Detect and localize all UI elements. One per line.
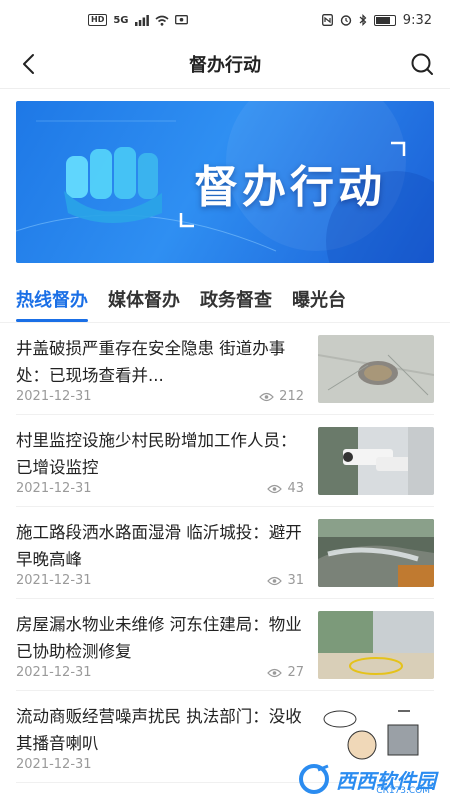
battery-icon bbox=[373, 14, 396, 26]
alarm-icon bbox=[340, 15, 351, 26]
item-text: 村里监控设施少村民盼增加工作人员：已增设监控 2021-12-31 43 bbox=[16, 427, 318, 496]
item-meta: 2021-12-31 bbox=[16, 757, 304, 772]
item-text: 井盖破损严重存在安全隐患 街道办事处：已现场查看并... 2021-12-31 … bbox=[16, 335, 318, 404]
item-date: 2021-12-31 bbox=[16, 481, 92, 496]
item-meta: 2021-12-31 43 bbox=[16, 481, 304, 496]
tab-hotline[interactable]: 热线督办 bbox=[16, 286, 88, 322]
item-views: 212 bbox=[259, 389, 304, 404]
eye-icon bbox=[259, 392, 274, 401]
item-thumbnail bbox=[318, 519, 434, 587]
status-left: HD 5G bbox=[88, 14, 188, 26]
signal-icon bbox=[134, 14, 149, 26]
status-right: 9:32 bbox=[321, 12, 432, 28]
view-count: 27 bbox=[287, 665, 304, 680]
item-date: 2021-12-31 bbox=[16, 573, 92, 588]
list-item[interactable]: 井盖破损严重存在安全隐患 街道办事处：已现场查看并... 2021-12-31 … bbox=[16, 323, 434, 415]
item-thumbnail bbox=[318, 427, 434, 495]
nfc-icon bbox=[321, 14, 333, 26]
wifi-icon bbox=[155, 15, 169, 26]
item-views: 27 bbox=[267, 665, 304, 680]
item-text: 流动商贩经营噪声扰民 执法部门：没收其播音喇叭 2021-12-31 bbox=[16, 703, 318, 772]
view-count: 43 bbox=[287, 481, 304, 496]
list-item[interactable]: 房屋漏水物业未维修 河东住建局：物业已协助检测修复 2021-12-31 27 bbox=[16, 599, 434, 691]
tab-government[interactable]: 政务督查 bbox=[200, 286, 272, 322]
nav-bar: 督办行动 bbox=[0, 40, 450, 88]
search-button[interactable] bbox=[408, 50, 436, 78]
view-count: 212 bbox=[279, 389, 304, 404]
status-bar: HD 5G 9:32 bbox=[0, 0, 450, 40]
article-list: 井盖破损严重存在安全隐患 街道办事处：已现场查看并... 2021-12-31 … bbox=[0, 323, 450, 783]
item-title: 井盖破损严重存在安全隐患 街道办事处：已现场查看并... bbox=[16, 339, 286, 385]
bluetooth-icon bbox=[359, 14, 367, 26]
item-date: 2021-12-31 bbox=[16, 757, 92, 772]
back-button[interactable] bbox=[14, 50, 42, 78]
item-meta: 2021-12-31 212 bbox=[16, 389, 304, 404]
item-title: 村里监控设施少村民盼增加工作人员：已增设监控 bbox=[16, 431, 297, 477]
eye-icon bbox=[267, 576, 283, 585]
item-meta: 2021-12-31 31 bbox=[16, 573, 304, 588]
item-thumbnail bbox=[318, 703, 434, 771]
tab-media[interactable]: 媒体督办 bbox=[108, 286, 180, 322]
network-label: 5G bbox=[113, 14, 129, 26]
watermark: 西西软件园 CR173.COM bbox=[298, 764, 436, 796]
hd-badge: HD bbox=[88, 14, 108, 26]
search-icon bbox=[411, 53, 433, 75]
banner-title: 督办行动 bbox=[194, 162, 386, 213]
item-title: 房屋漏水物业未维修 河东住建局：物业已协助检测修复 bbox=[16, 615, 302, 661]
item-title: 流动商贩经营噪声扰民 执法部门：没收其播音喇叭 bbox=[16, 707, 302, 753]
screen-cast-icon bbox=[174, 14, 188, 24]
fist-icon bbox=[64, 147, 162, 223]
item-thumbnail bbox=[318, 335, 434, 403]
item-thumbnail bbox=[318, 611, 434, 679]
watermark-sub: CR173.COM bbox=[376, 786, 430, 796]
list-item[interactable]: 施工路段洒水路面湿滑 临沂城投：避开早晚高峰 2021-12-31 31 bbox=[16, 507, 434, 599]
nav-divider bbox=[0, 88, 450, 89]
list-item[interactable]: 村里监控设施少村民盼增加工作人员：已增设监控 2021-12-31 43 bbox=[16, 415, 434, 507]
item-text: 房屋漏水物业未维修 河东住建局：物业已协助检测修复 2021-12-31 27 bbox=[16, 611, 318, 680]
item-views: 43 bbox=[267, 481, 304, 496]
item-text: 施工路段洒水路面湿滑 临沂城投：避开早晚高峰 2021-12-31 31 bbox=[16, 519, 318, 588]
watermark-logo-icon bbox=[299, 764, 329, 794]
item-meta: 2021-12-31 27 bbox=[16, 665, 304, 680]
banner[interactable]: 督办行动 bbox=[16, 101, 434, 263]
tab-exposure[interactable]: 曝光台 bbox=[292, 286, 346, 322]
page-title: 督办行动 bbox=[189, 55, 261, 76]
view-count: 31 bbox=[287, 573, 304, 588]
eye-icon bbox=[267, 484, 283, 493]
clock: 9:32 bbox=[402, 12, 432, 28]
tab-bar: 热线督办 媒体督办 政务督查 曝光台 bbox=[0, 277, 450, 323]
item-date: 2021-12-31 bbox=[16, 665, 92, 680]
eye-icon bbox=[267, 668, 283, 677]
back-arrow-icon bbox=[23, 54, 34, 74]
item-title: 施工路段洒水路面湿滑 临沂城投：避开早晚高峰 bbox=[16, 523, 302, 569]
item-views: 31 bbox=[267, 573, 304, 588]
item-date: 2021-12-31 bbox=[16, 389, 92, 404]
